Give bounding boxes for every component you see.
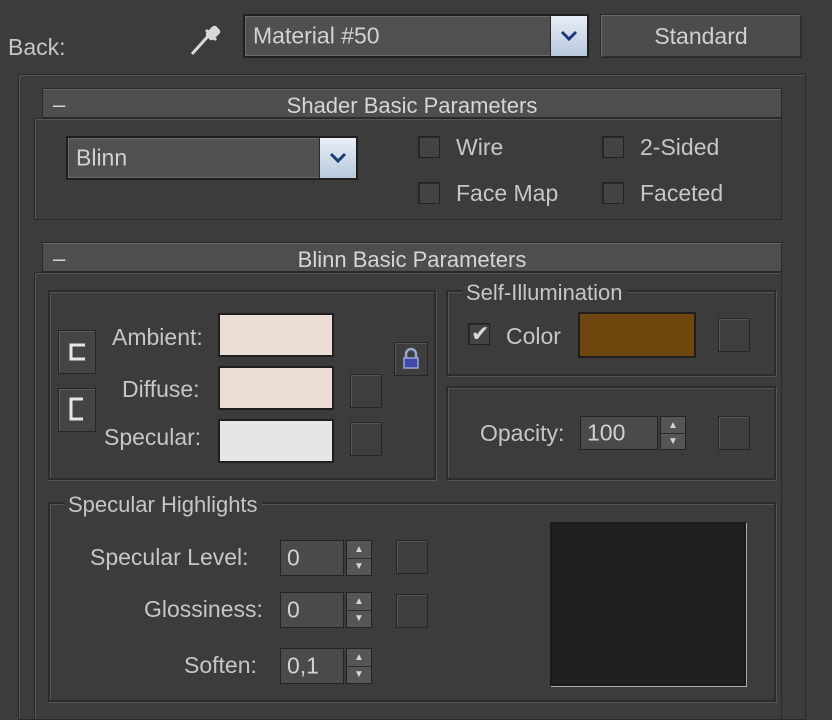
glossiness-value: 0	[287, 596, 300, 623]
lock-icon	[403, 347, 419, 369]
specular-highlights-title: Specular Highlights	[64, 492, 262, 518]
opacity-map-button[interactable]	[718, 416, 750, 450]
specular-level-spinner[interactable]: ▲ ▼	[346, 540, 372, 576]
shader-type-value: Blinn	[76, 144, 128, 171]
glossiness-label: Glossiness:	[144, 596, 263, 622]
material-name-value: Material #50	[253, 22, 380, 49]
link-ambient-diffuse-button[interactable]	[58, 330, 96, 374]
soften-input[interactable]: 0,1	[280, 648, 344, 684]
spinner-up-icon[interactable]: ▲	[347, 649, 371, 667]
specular-map-button[interactable]	[350, 422, 382, 456]
face-map-label: Face Map	[456, 180, 559, 206]
opacity-spinner[interactable]: ▲ ▼	[660, 416, 686, 450]
self-illum-color-swatch[interactable]	[578, 312, 696, 358]
self-illum-map-button[interactable]	[718, 318, 750, 352]
wire-label: Wire	[456, 134, 504, 160]
soften-spinner[interactable]: ▲ ▼	[346, 648, 372, 684]
link-diffuse-specular-button[interactable]	[58, 388, 96, 432]
spinner-up-icon[interactable]: ▲	[347, 541, 371, 559]
soften-value: 0,1	[287, 652, 319, 679]
ambient-label: Ambient:	[112, 324, 203, 350]
opacity-label: Opacity:	[480, 420, 565, 446]
specular-level-value: 0	[287, 544, 300, 571]
lock-button[interactable]	[394, 342, 428, 376]
diffuse-color-swatch[interactable]	[218, 366, 334, 410]
blinn-rollout-title: Blinn Basic Parameters	[297, 247, 527, 272]
self-illumination-title: Self-Illumination	[462, 280, 627, 306]
faceted-label: Faceted	[640, 180, 724, 206]
material-name-dropdown[interactable]: Material #50	[243, 14, 589, 58]
two-sided-checkbox[interactable]	[602, 136, 624, 158]
eyedropper-icon[interactable]	[186, 20, 226, 60]
ambient-color-swatch[interactable]	[218, 313, 334, 357]
soften-label: Soften:	[184, 652, 257, 678]
spinner-up-icon[interactable]: ▲	[347, 593, 371, 611]
spinner-up-icon[interactable]: ▲	[661, 417, 685, 434]
specular-curve-preview	[550, 522, 746, 686]
opacity-value: 100	[587, 419, 626, 446]
specular-level-label: Specular Level:	[90, 544, 249, 570]
specular-level-input[interactable]: 0	[280, 540, 344, 576]
specular-level-map-button[interactable]	[396, 540, 428, 574]
diffuse-map-button[interactable]	[350, 374, 382, 408]
chevron-down-icon[interactable]	[550, 16, 587, 56]
glossiness-spinner[interactable]: ▲ ▼	[346, 592, 372, 628]
glossiness-map-button[interactable]	[396, 594, 428, 628]
chevron-down-icon[interactable]	[319, 138, 356, 178]
diffuse-label: Diffuse:	[122, 376, 200, 402]
specular-label: Specular:	[104, 424, 202, 450]
link-bracket-icon	[69, 397, 83, 421]
spinner-down-icon[interactable]: ▼	[347, 666, 371, 683]
self-illum-color-label: Color	[506, 323, 561, 349]
material-type-button[interactable]: Standard	[600, 14, 802, 58]
link-bracket-icon	[69, 343, 85, 361]
spinner-down-icon[interactable]: ▼	[347, 610, 371, 627]
self-illum-color-checkbox[interactable]: ✔	[468, 321, 490, 346]
glossiness-input[interactable]: 0	[280, 592, 344, 628]
faceted-checkbox[interactable]	[602, 182, 624, 204]
spinner-down-icon[interactable]: ▼	[661, 433, 685, 449]
two-sided-label: 2-Sided	[640, 134, 720, 160]
back-label: Back:	[8, 34, 66, 60]
specular-color-swatch[interactable]	[218, 419, 334, 463]
shader-rollout-title: Shader Basic Parameters	[286, 93, 538, 118]
wire-checkbox[interactable]	[418, 136, 440, 158]
opacity-input[interactable]: 100	[580, 416, 658, 450]
shader-type-dropdown[interactable]: Blinn	[66, 136, 358, 180]
face-map-checkbox[interactable]	[418, 182, 440, 204]
checkmark-icon: ✔	[471, 321, 490, 346]
blinn-rollout-header[interactable]: – Blinn Basic Parameters	[42, 242, 782, 272]
shader-rollout-header[interactable]: – Shader Basic Parameters	[42, 88, 782, 118]
spinner-down-icon[interactable]: ▼	[347, 558, 371, 575]
